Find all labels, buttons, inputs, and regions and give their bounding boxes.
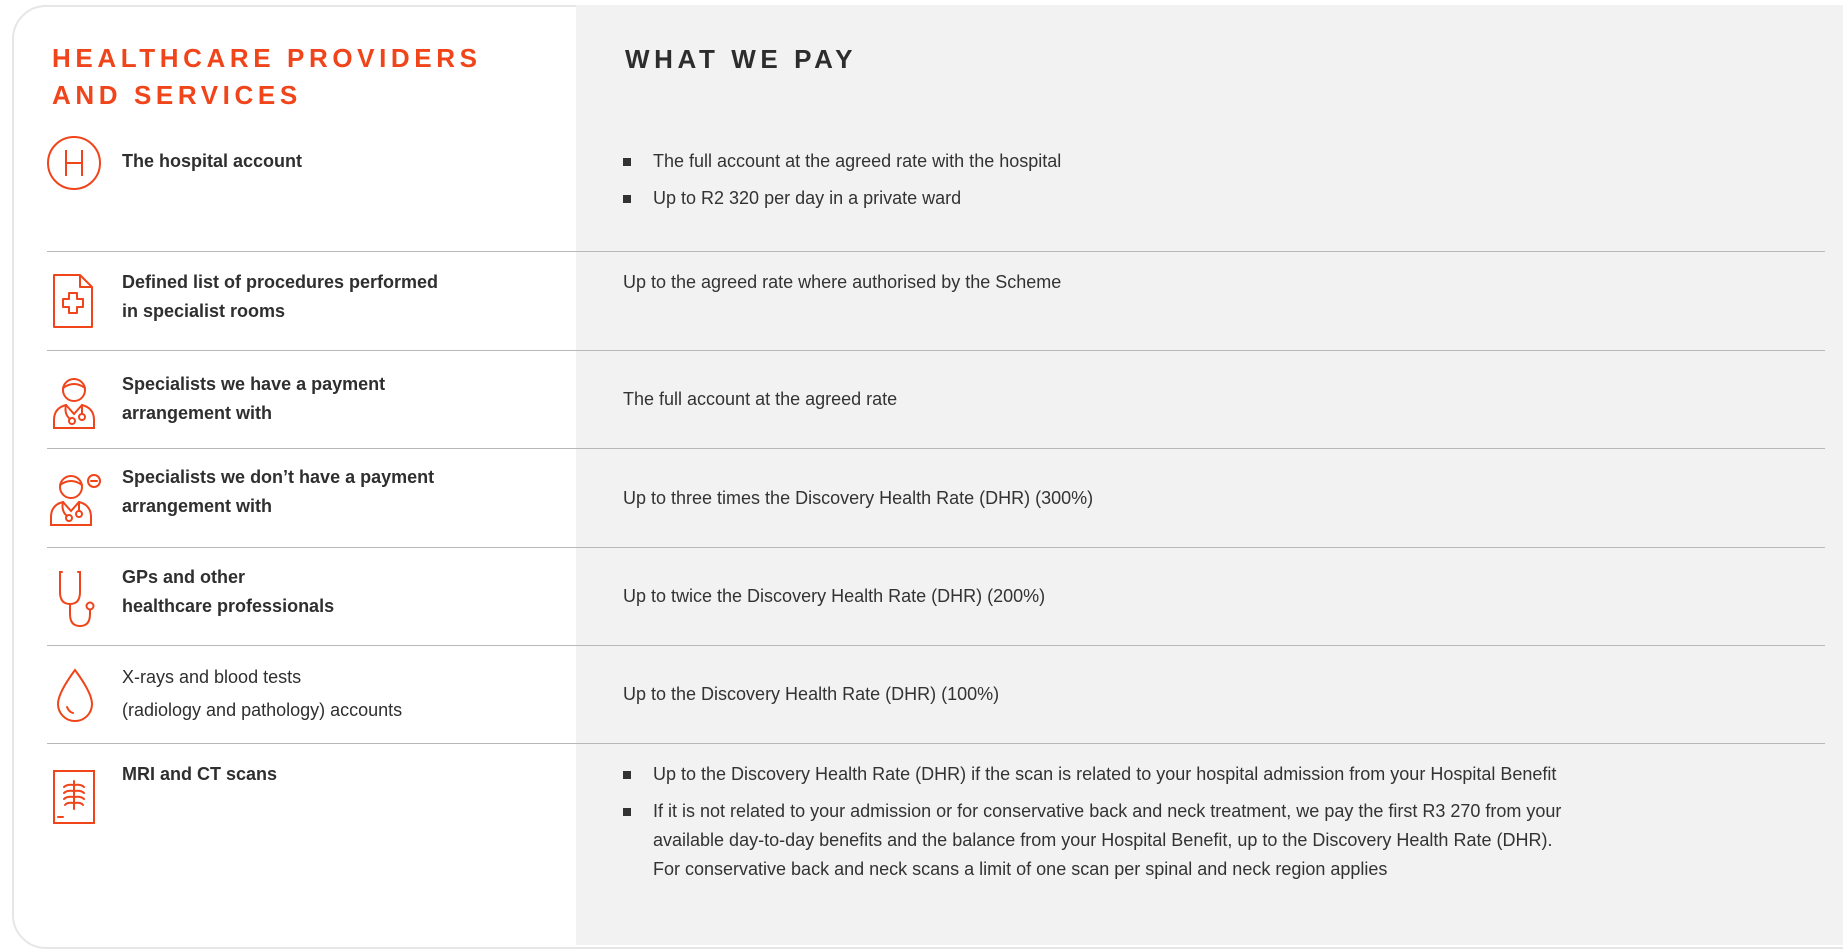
value-specialists-arranged: The full account at the agreed rate: [623, 389, 898, 409]
row-label-line: Specialists we have a payment: [122, 374, 386, 394]
bullet-text: available day-to-day benefits and the ba…: [653, 830, 1553, 850]
row-label-line: The hospital account: [122, 151, 303, 171]
bullet-square: [623, 158, 631, 166]
value-xrays: Up to the Discovery Health Rate (DHR) (1…: [623, 684, 1000, 704]
row-label-hospital: The hospital account: [122, 147, 302, 176]
row-label-xrays: X-rays and blood tests (radiology and pa…: [122, 661, 402, 727]
bullet-text: For conservative back and neck scans a l…: [653, 859, 1388, 879]
what-we-pay-heading: WHAT WE PAY: [625, 44, 858, 74]
bullet-square: [623, 771, 631, 779]
providers-heading: HEALTHCARE PROVIDERS AND SERVICES: [52, 40, 482, 114]
row-divider: [47, 645, 1825, 646]
list-item: Up to the Discovery Health Rate (DHR) if…: [623, 760, 1561, 789]
row-divider: [47, 448, 1825, 449]
providers-heading-line1: HEALTHCARE PROVIDERS: [52, 43, 482, 73]
value-procedures: Up to the agreed rate where authorised b…: [623, 272, 1062, 292]
row-divider: [47, 743, 1825, 744]
value-specialists-not-arranged: Up to three times the Discovery Health R…: [623, 488, 1094, 508]
bullet-text: Up to the Discovery Health Rate (DHR) if…: [653, 764, 1557, 784]
list-item: Up to R2 320 per day in a private ward: [623, 184, 1061, 213]
providers-heading-line2: AND SERVICES: [52, 80, 302, 110]
list-item: The full account at the agreed rate with…: [623, 147, 1061, 176]
row-label-line: Specialists we don’t have a payment: [122, 467, 435, 487]
row-label-specialists-not-arranged: Specialists we don’t have a payment arra…: [122, 463, 434, 521]
list-item: If it is not related to your admission o…: [623, 797, 1561, 884]
row-label-line: (radiology and pathology) accounts: [122, 700, 403, 720]
row-label-procedures: Defined list of procedures performed in …: [122, 268, 438, 326]
bullet-square: [623, 808, 631, 816]
specialist-doctor-icon: [50, 374, 98, 430]
row-label-line: in specialist rooms: [122, 301, 286, 321]
specialist-doctor-minus-icon: [47, 471, 103, 527]
bullet-text: The full account at the agreed rate with…: [653, 151, 1062, 171]
row-label-line: X-rays and blood tests: [122, 667, 302, 687]
bullet-text: If it is not related to your admission o…: [653, 801, 1562, 821]
bullet-text: Up to R2 320 per day in a private ward: [653, 188, 962, 208]
blood-drop-icon: [54, 667, 96, 725]
xray-scan-icon: [52, 769, 96, 825]
hospital-h-icon: [46, 135, 102, 191]
bullet-square: [623, 195, 631, 203]
row-divider: [47, 251, 1825, 252]
row-label-gps: GPs and other healthcare professionals: [122, 563, 334, 621]
mri-bullets: Up to the Discovery Health Rate (DHR) if…: [623, 760, 1561, 892]
row-divider: [47, 350, 1825, 351]
row-label-line: healthcare professionals: [122, 596, 335, 616]
row-label-mri: MRI and CT scans: [122, 760, 277, 789]
value-gps: Up to twice the Discovery Health Rate (D…: [623, 586, 1046, 606]
row-divider: [47, 547, 1825, 548]
stethoscope-icon: [56, 570, 104, 630]
row-label-specialists-arranged: Specialists we have a payment arrangemen…: [122, 370, 385, 428]
row-label-line: arrangement with: [122, 496, 273, 516]
row-label-line: GPs and other: [122, 567, 246, 587]
row-label-line: Defined list of procedures performed: [122, 272, 439, 292]
row-label-line: MRI and CT scans: [122, 764, 278, 784]
row-label-line: arrangement with: [122, 403, 273, 423]
hospital-bullets: The full account at the agreed rate with…: [623, 147, 1061, 221]
medical-document-cross-icon: [52, 273, 94, 329]
